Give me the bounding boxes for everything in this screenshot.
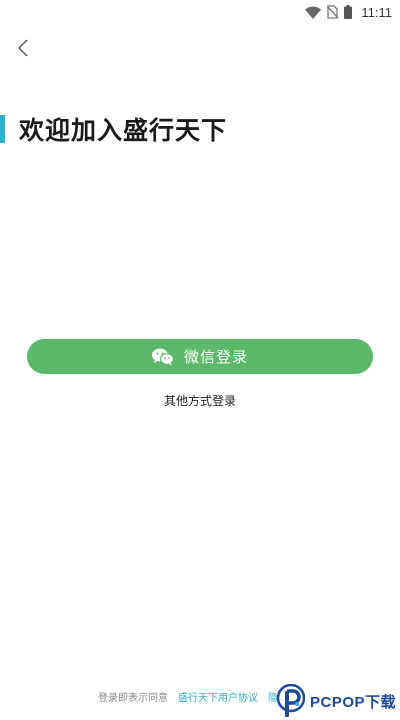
agreement-prefix: 登录即表示同意 <box>98 693 168 704</box>
wechat-login-button[interactable]: 微信登录 <box>27 339 373 374</box>
user-agreement-link[interactable]: 盛行天下用户协议 <box>178 689 258 704</box>
watermark-text: PCPOP下载 <box>310 693 397 711</box>
title-block: 欢迎加入盛行天下 <box>0 112 227 146</box>
clock: 11:11 <box>361 4 392 20</box>
status-bar: 11:11 <box>0 0 400 24</box>
back-button[interactable] <box>10 34 36 62</box>
status-icons: 11:11 <box>305 2 392 22</box>
agreement-notice: 登录即表示同意 盛行天下用户协议 隐私 <box>98 689 288 704</box>
page-title: 欢迎加入盛行天下 <box>19 116 228 145</box>
title-accent-bar <box>0 115 5 143</box>
other-login-link[interactable]: 其他方式登录 <box>0 392 400 409</box>
wechat-login-label: 微信登录 <box>183 348 248 366</box>
wechat-icon <box>151 348 174 365</box>
pcpop-logo-icon <box>276 684 306 717</box>
battery-icon <box>344 5 353 19</box>
pcpop-watermark: PCPOP下载 <box>276 682 400 720</box>
no-sim-icon <box>327 5 339 19</box>
wifi-icon <box>305 6 322 19</box>
chevron-left-icon <box>17 39 28 57</box>
